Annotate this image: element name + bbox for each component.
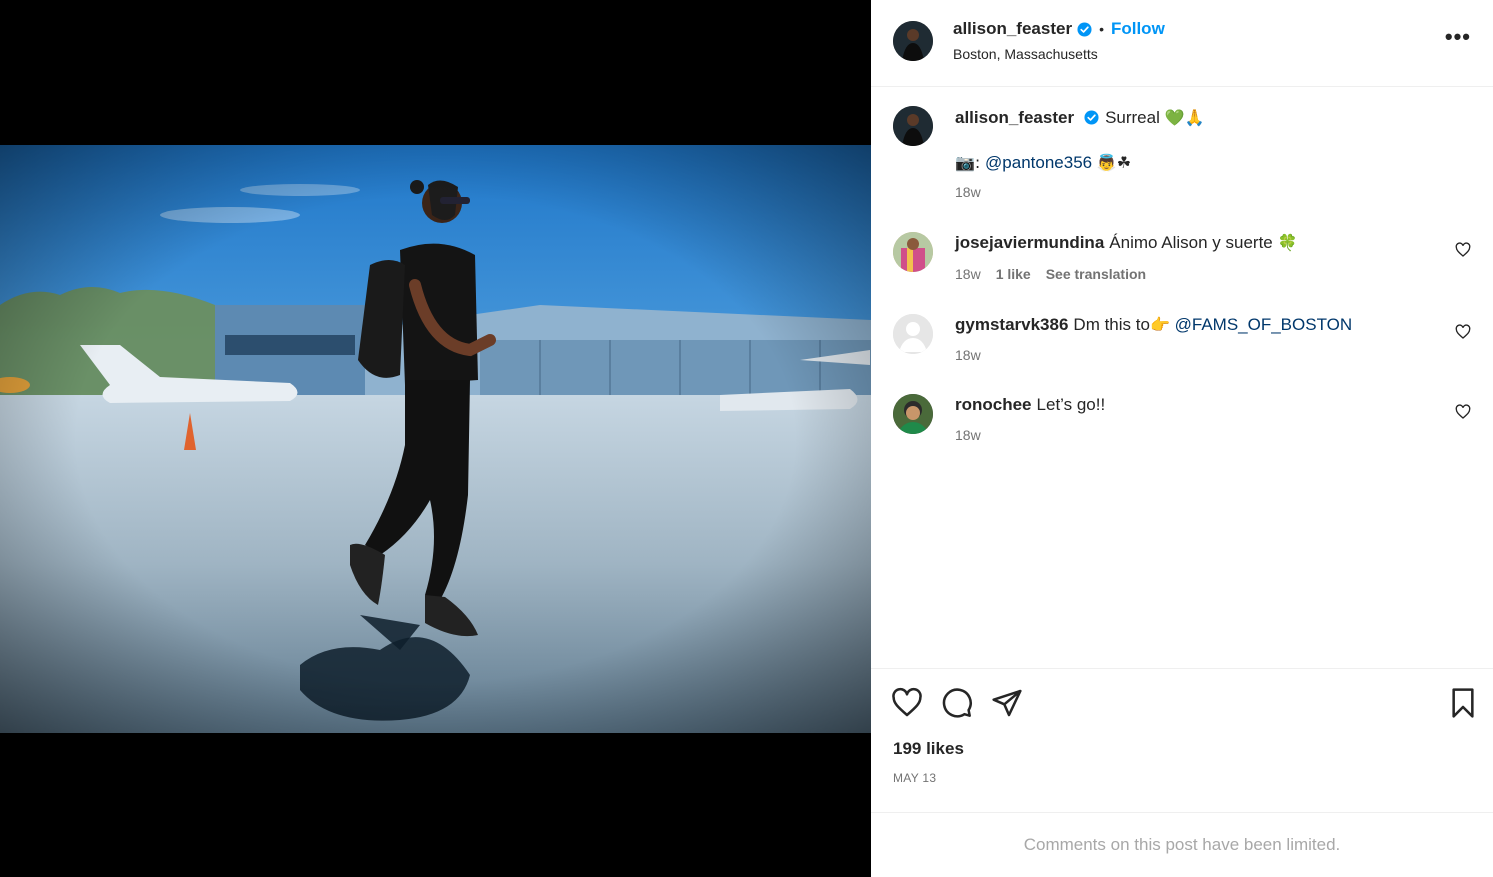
comment-like-heart-icon[interactable]	[1455, 242, 1471, 258]
post-actions: 199 likes MAY 13	[871, 668, 1493, 813]
caption-time[interactable]: 18w	[955, 184, 981, 200]
comment-time[interactable]: 18w	[955, 266, 981, 282]
caption-credit-line: 📷: @pantone356 👼☘	[955, 152, 1131, 174]
author-avatar[interactable]	[893, 21, 933, 61]
camera-icon: 📷:	[955, 153, 981, 172]
see-translation-link[interactable]: See translation	[1046, 266, 1146, 282]
comment-text: Ánimo Alison y suerte	[1109, 233, 1273, 252]
comment-meta: 18w	[955, 347, 981, 363]
caption-meta: 18w	[955, 184, 981, 200]
caption-emoji: 💚🙏	[1164, 108, 1205, 127]
comment-username[interactable]: josejaviermundina	[955, 233, 1104, 252]
likes-count[interactable]: 199 likes	[893, 739, 964, 759]
save-bookmark-icon[interactable]	[1447, 687, 1479, 719]
comment-like-heart-icon[interactable]	[1455, 404, 1471, 420]
post-header: allison_feaster • Follow Boston, Massach…	[871, 0, 1493, 87]
comment-text: Dm this to	[1073, 315, 1150, 334]
comment-meta: 18w 1 like See translation	[955, 266, 1146, 282]
comments-limited-notice: Comments on this post have been limited.	[1023, 835, 1341, 854]
comment-text: Let’s go!!	[1036, 395, 1106, 414]
comment-time[interactable]: 18w	[955, 347, 981, 363]
more-options-icon[interactable]: •••	[1445, 24, 1471, 50]
comment-avatar[interactable]	[893, 314, 933, 354]
post-panel: allison_feaster • Follow Boston, Massach…	[871, 0, 1493, 877]
follow-button[interactable]: Follow	[1111, 19, 1165, 39]
post-date[interactable]: MAY 13	[893, 771, 936, 785]
post-media	[0, 0, 871, 877]
author-line: allison_feaster • Follow	[953, 19, 1165, 39]
photo-illustration	[0, 145, 871, 733]
caption-username[interactable]: allison_feaster	[955, 108, 1074, 127]
comment-avatar[interactable]	[893, 394, 933, 434]
like-heart-icon[interactable]	[891, 687, 923, 719]
caption-avatar[interactable]	[893, 106, 933, 146]
comments-section[interactable]: allison_feaster Surreal 💚🙏 📷: @pantone356…	[871, 87, 1493, 668]
comment-meta: 18w	[955, 427, 981, 443]
verified-badge-icon	[1084, 110, 1099, 125]
comment-line: gymstarvk386 Dm this to👉 @FAMS_OF_BOSTON	[955, 314, 1352, 336]
comment-emoji: 🍀	[1277, 233, 1298, 252]
comment-username[interactable]: gymstarvk386	[955, 315, 1068, 334]
comment-username[interactable]: ronochee	[955, 395, 1032, 414]
comment-line: ronochee Let’s go!!	[955, 394, 1105, 416]
caption-text: Surreal	[1105, 108, 1160, 127]
post-photo[interactable]	[0, 145, 871, 733]
caption-line: allison_feaster Surreal 💚🙏	[955, 107, 1204, 129]
share-send-icon[interactable]	[991, 687, 1023, 719]
credit-mention-link[interactable]: @pantone356	[985, 153, 1092, 172]
separator-dot: •	[1099, 21, 1104, 37]
comment-line: josejaviermundina Ánimo Alison y suerte 🍀	[955, 232, 1297, 254]
comment-avatar[interactable]	[893, 232, 933, 272]
verified-badge-icon	[1077, 21, 1092, 37]
pointing-hand-emoji: 👉	[1149, 315, 1170, 334]
comment-likes[interactable]: 1 like	[996, 266, 1031, 282]
post-location[interactable]: Boston, Massachusetts	[953, 46, 1098, 62]
credit-emoji: 👼☘	[1096, 153, 1132, 172]
author-username[interactable]: allison_feaster	[953, 19, 1072, 39]
comment-like-heart-icon[interactable]	[1455, 324, 1471, 340]
comment-mention-link[interactable]: @FAMS_OF_BOSTON	[1175, 315, 1353, 334]
comment-bubble-icon[interactable]	[941, 687, 973, 719]
comment-time[interactable]: 18w	[955, 427, 981, 443]
